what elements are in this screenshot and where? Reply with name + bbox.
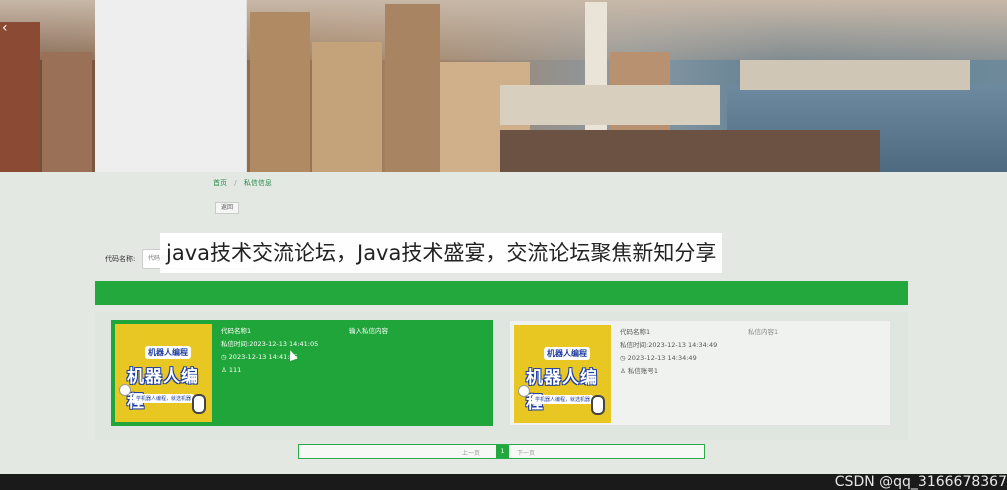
csdn-watermark: CSDN @qq_3166678367: [834, 474, 1007, 490]
mascot-icon: [518, 385, 530, 397]
card-name: 代码名称1: [221, 327, 252, 335]
card-image: 机器人编程 机器人编程 学机器人编程，就选机器: [514, 325, 611, 423]
banner-side-panel: [95, 0, 247, 172]
section-header-bar: [95, 281, 908, 305]
pager-current-page[interactable]: 1: [496, 445, 509, 458]
card-image-subtitle: 学机器人编程，就选机器: [532, 395, 594, 404]
card-image-subtitle: 学机器人编程，就选机器: [133, 394, 195, 403]
breadcrumb: 首页 / 私信信息: [213, 178, 272, 188]
mascot-icon: [119, 384, 131, 396]
carousel-prev-icon[interactable]: ‹: [2, 20, 8, 36]
card-message: 私信内容1: [748, 328, 779, 336]
hero-banner: ‹: [0, 0, 1007, 172]
breadcrumb-separator: /: [234, 179, 237, 187]
user-icon: ♙: [221, 366, 227, 374]
card-image-badge: 机器人编程: [544, 347, 590, 360]
clock-icon: ◷: [221, 353, 227, 361]
message-list: 机器人编程 机器人编程 学机器人编程，就选机器 代码名称1 私信时间:2023-…: [95, 312, 908, 440]
breadcrumb-current: 私信信息: [243, 179, 272, 187]
card-info: 代码名称1 私信时间:2023-12-13 14:34:49 ◷ 2023-12-…: [620, 326, 717, 378]
message-card[interactable]: 机器人编程 机器人编程 学机器人编程，就选机器 代码名称1 私信时间:2023-…: [509, 320, 891, 426]
card-name: 代码名称1: [620, 328, 651, 336]
card-user: 111: [228, 366, 242, 374]
breadcrumb-home[interactable]: 首页: [213, 179, 227, 187]
back-button[interactable]: 返回: [215, 202, 239, 214]
card-info: 代码名称1 私信时间:2023-12-13 14:41:05 ◷ 2023-12-…: [221, 325, 318, 377]
user-icon: ♙: [620, 367, 626, 375]
card-image: 机器人编程 机器人编程 学机器人编程，就选机器: [115, 324, 212, 422]
search-label: 代码名称:: [105, 255, 136, 263]
robot-icon: [591, 395, 605, 415]
message-card[interactable]: 机器人编程 机器人编程 学机器人编程，就选机器 代码名称1 私信时间:2023-…: [111, 320, 493, 426]
robot-icon: [192, 394, 206, 414]
card-user: 私信账号1: [627, 367, 658, 375]
video-caption: java技术交流论坛，Java技术盛宴，交流论坛聚焦新知分享: [160, 233, 723, 273]
pager-next[interactable]: 下一页: [517, 448, 535, 457]
card-image-badge: 机器人编程: [145, 346, 191, 359]
card-time: 私信时间:2023-12-13 14:41:05: [221, 340, 319, 348]
card-message: 输入私信内容: [349, 327, 388, 335]
clock-icon: ◷: [620, 354, 626, 362]
card-clock: 2023-12-13 14:34:49: [627, 354, 697, 362]
pagination: 上一页 1 下一页: [298, 444, 705, 459]
video-footer-bar: CSDN @qq_3166678367: [0, 474, 1007, 490]
card-time: 私信时间:2023-12-13 14:34:49: [620, 341, 718, 349]
pager-prev[interactable]: 上一页: [462, 448, 480, 457]
